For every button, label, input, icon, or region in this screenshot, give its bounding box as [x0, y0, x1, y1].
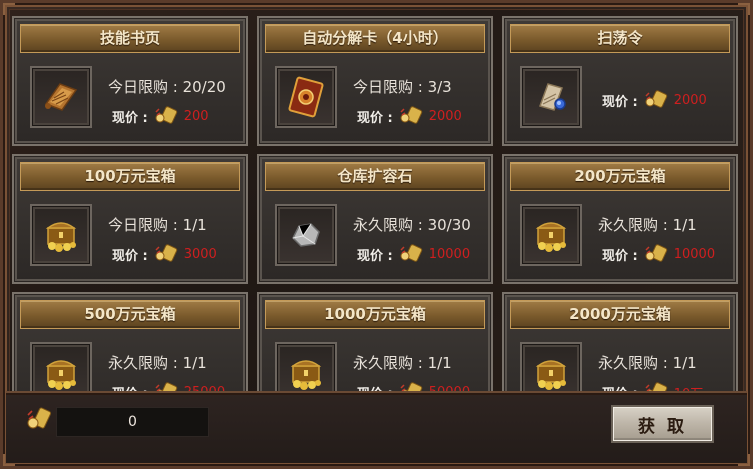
price-label: 现价 : — [112, 110, 148, 126]
shop-item-card[interactable]: 技能书页 今日限购 : 20/20 现价 : 200 — [12, 16, 248, 146]
currency-icon — [399, 244, 423, 264]
currency-icon — [154, 106, 178, 126]
item-title: 2000万元宝箱 — [510, 300, 730, 329]
item-title: 1000万元宝箱 — [265, 300, 485, 329]
treasure-chest-icon — [535, 360, 567, 390]
token-icon — [539, 83, 566, 111]
item-icon-slot[interactable] — [275, 204, 337, 266]
price-value: 2000 — [673, 92, 707, 108]
item-title: 仓库扩容石 — [265, 162, 485, 191]
purchase-limit: 今日限购 : 1/1 — [108, 216, 207, 234]
currency-icon — [26, 407, 52, 433]
scroll-icon — [44, 83, 78, 111]
purchase-limit: 永久限购 : 1/1 — [598, 354, 697, 372]
price-label: 现价 : — [602, 94, 638, 110]
currency-icon — [399, 106, 423, 126]
price-label: 现价 : — [602, 248, 638, 264]
item-title: 500万元宝箱 — [20, 300, 240, 329]
price-label: 现价 : — [112, 248, 148, 264]
price-value: 10000 — [673, 246, 716, 262]
item-icon-slot[interactable] — [30, 342, 92, 394]
item-icon-slot[interactable] — [275, 66, 337, 128]
purchase-limit: 永久限购 : 1/1 — [598, 216, 697, 234]
currency-icon — [154, 244, 178, 264]
shop-item-card[interactable]: 自动分解卡（4小时） 今日限购 : 3/3 现价 : 2000 — [257, 16, 493, 146]
purchase-limit: 今日限购 : 3/3 — [353, 78, 452, 96]
stone-icon — [292, 223, 320, 247]
item-icon-slot[interactable] — [30, 204, 92, 266]
shop-item-card[interactable]: 1000万元宝箱 永久限购 : 1/1 现价 : 50000 — [257, 292, 493, 394]
treasure-chest-icon — [290, 360, 322, 390]
price-label: 现价 : — [357, 248, 393, 264]
price-row: 现价 : 2000 — [357, 106, 462, 126]
shop-item-card[interactable]: 500万元宝箱 永久限购 : 1/1 现价 : 25000 — [12, 292, 248, 394]
currency-amount: 0 — [56, 407, 209, 437]
price-row: 现价 : 2000 — [602, 90, 707, 110]
purchase-limit: 永久限购 : 1/1 — [108, 354, 207, 372]
shop-item-card[interactable]: 扫荡令 现价 : 2000 — [502, 16, 738, 146]
price-row: 现价 : 10000 — [602, 244, 715, 264]
price-row: 现价 : 10000 — [357, 244, 470, 264]
shop-item-card[interactable]: 200万元宝箱 永久限购 : 1/1 现价 : 10000 — [502, 154, 738, 284]
purchase-limit: 今日限购 : 20/20 — [108, 78, 226, 96]
shop-grid: 技能书页 今日限购 : 20/20 现价 : 200 自动分解卡（4小时） 今日… — [10, 12, 741, 394]
price-row: 现价 : 200 — [112, 106, 209, 126]
treasure-chest-icon — [45, 360, 77, 390]
treasure-chest-icon — [45, 222, 77, 252]
currency-icon — [644, 244, 668, 264]
item-icon-slot[interactable] — [30, 66, 92, 128]
purchase-limit: 永久限购 : 30/30 — [353, 216, 471, 234]
price-value: 3000 — [183, 246, 217, 262]
item-title: 自动分解卡（4小时） — [265, 24, 485, 53]
get-button[interactable]: 获 取 — [611, 405, 714, 443]
purchase-limit: 永久限购 : 1/1 — [353, 354, 452, 372]
price-value: 10000 — [428, 246, 471, 262]
shop-item-card[interactable]: 仓库扩容石 永久限购 : 30/30 现价 : 10000 — [257, 154, 493, 284]
item-title: 扫荡令 — [510, 24, 730, 53]
treasure-chest-icon — [535, 222, 567, 252]
price-value: 2000 — [428, 108, 462, 124]
item-title: 200万元宝箱 — [510, 162, 730, 191]
item-title: 技能书页 — [20, 24, 240, 53]
shop-item-card[interactable]: 2000万元宝箱 永久限购 : 1/1 现价 : 10万 — [502, 292, 738, 394]
currency-icon — [644, 90, 668, 110]
price-label: 现价 : — [357, 110, 393, 126]
bottom-bar: 0 获 取 — [6, 391, 747, 463]
item-icon-slot[interactable] — [520, 342, 582, 394]
item-icon-slot[interactable] — [520, 204, 582, 266]
item-icon-slot[interactable] — [275, 342, 337, 394]
price-row: 现价 : 3000 — [112, 244, 217, 264]
item-title: 100万元宝箱 — [20, 162, 240, 191]
item-icon-slot[interactable] — [520, 66, 582, 128]
shop-item-card[interactable]: 100万元宝箱 今日限购 : 1/1 现价 : 3000 — [12, 154, 248, 284]
card-icon — [288, 76, 324, 118]
price-value: 200 — [183, 108, 209, 124]
